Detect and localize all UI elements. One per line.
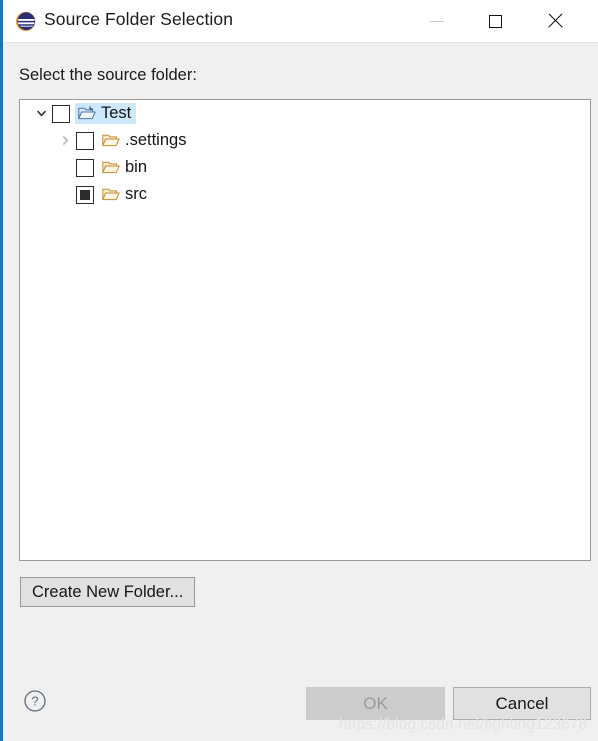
tree-checkbox[interactable] [52, 104, 70, 123]
twisty-placeholder [54, 154, 76, 181]
eclipse-icon [15, 11, 36, 32]
folder-icon [102, 133, 120, 148]
title-bar: Source Folder Selection [3, 0, 598, 43]
tree-row[interactable]: Test [20, 100, 590, 127]
tree-checkbox[interactable] [76, 158, 94, 177]
folder-icon [102, 187, 120, 202]
svg-text:?: ? [32, 695, 39, 709]
twisty-placeholder [54, 181, 76, 208]
chevron-right-icon[interactable] [54, 127, 76, 154]
tree-node-label-wrap[interactable]: Test [75, 103, 137, 124]
tree-row[interactable]: .settings [20, 127, 590, 154]
window-title: Source Folder Selection [44, 9, 234, 29]
source-folder-selection-dialog: Source Folder Selection Select the sourc… [0, 0, 598, 741]
folder-icon [102, 160, 120, 175]
tree-node-label-wrap[interactable]: .settings [99, 130, 191, 151]
tree-node-label-wrap[interactable]: src [99, 184, 152, 205]
tree-row[interactable]: bin [20, 154, 590, 181]
close-icon[interactable] [532, 0, 578, 42]
help-icon[interactable]: ? [23, 689, 47, 713]
tree-checkbox[interactable] [76, 131, 94, 150]
prompt-label: Select the source folder: [19, 66, 197, 84]
project-folder-icon [78, 106, 96, 121]
minimize-icon[interactable] [414, 0, 460, 42]
tree-node-label: bin [125, 158, 148, 177]
tree-node-label-wrap[interactable]: bin [99, 157, 152, 178]
cancel-button[interactable]: Cancel [453, 687, 591, 720]
folder-tree-panel[interactable]: Test .settings bin src [19, 99, 591, 561]
tree-node-label: .settings [125, 131, 187, 150]
tree-row[interactable]: src [20, 181, 590, 208]
tree-checkbox[interactable] [76, 185, 94, 204]
maximize-icon[interactable] [472, 0, 518, 42]
ok-button[interactable]: OK [306, 687, 445, 720]
create-new-folder-button[interactable]: Create New Folder... [20, 577, 196, 607]
tree-node-label: Test [101, 104, 132, 123]
tree-node-label: src [125, 185, 147, 204]
chevron-down-icon[interactable] [30, 100, 52, 127]
